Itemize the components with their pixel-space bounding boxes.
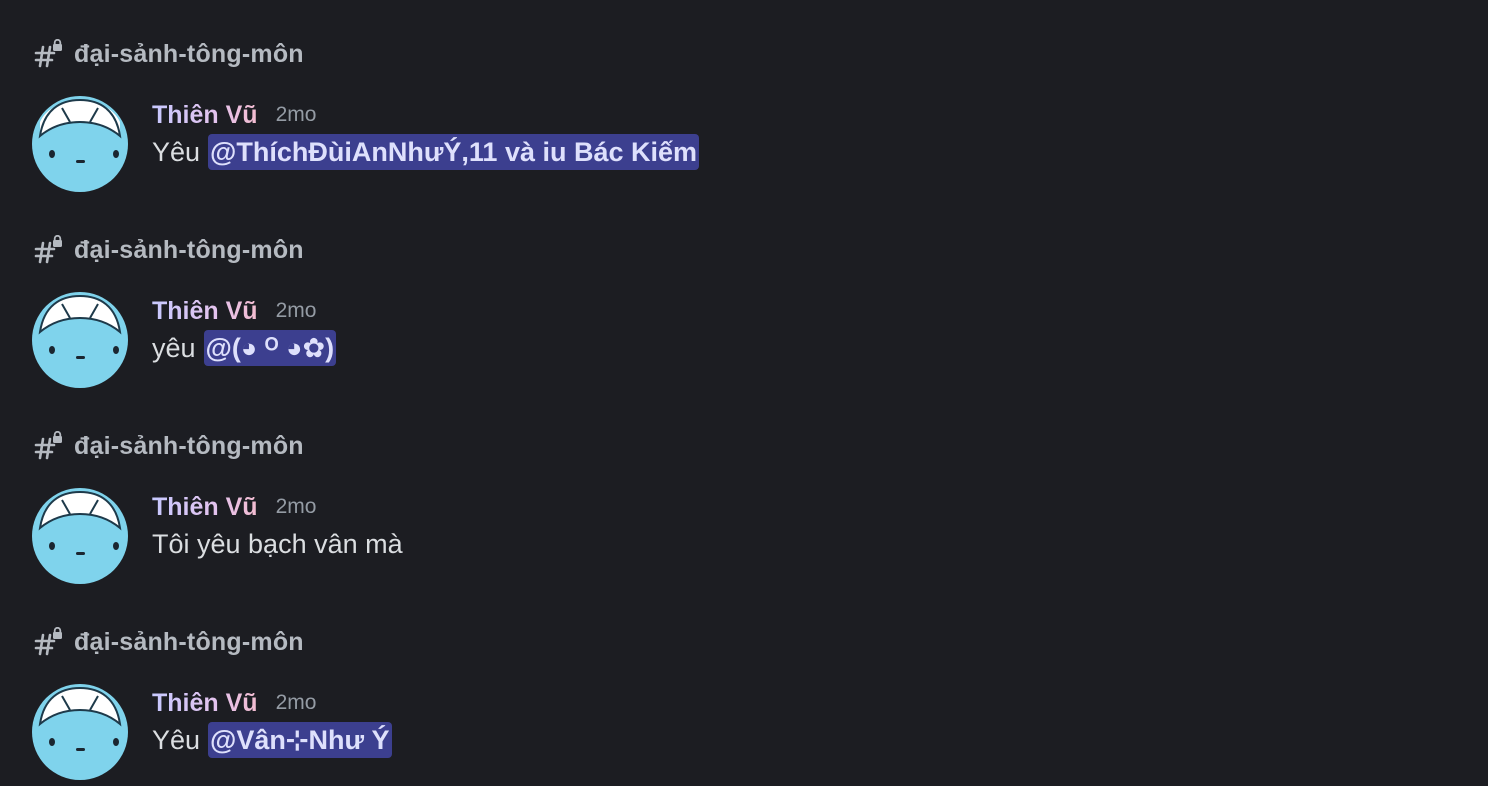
- message[interactable]: Thiên Vũ 2mo Yêu @ThíchĐùiAnNhưÝ,11 và iu…: [0, 94, 1488, 194]
- message-text: Tôi yêu bạch vân mà: [152, 528, 403, 559]
- timestamp: 2mo: [275, 299, 317, 322]
- channel-link[interactable]: đại-sảnh-tông-môn: [34, 234, 304, 266]
- message[interactable]: Thiên Vũ 2mo yêu @(◕ ᴼ ◕✿): [0, 290, 1488, 390]
- search-result: đại-sảnh-tông-môn Thiên Vũ 2mo Yêu @Thíc…: [0, 0, 1488, 196]
- message[interactable]: Thiên Vũ 2mo Tôi yêu bạch vân mà: [0, 486, 1488, 586]
- message-header: Thiên Vũ 2mo: [152, 686, 316, 720]
- timestamp: 2mo: [275, 691, 317, 714]
- channel-name: đại-sảnh-tông-môn: [74, 431, 304, 460]
- search-results-feed: đại-sảnh-tông-môn Thiên Vũ 2mo Yêu @Thíc…: [0, 0, 1488, 786]
- channel-link[interactable]: đại-sảnh-tông-môn: [34, 38, 304, 70]
- hashtag-lock-icon: [34, 431, 62, 460]
- message[interactable]: Thiên Vũ 2mo Yêu @Vân⊹Như Ý: [0, 682, 1488, 782]
- user-mention[interactable]: @Vân⊹Như Ý: [208, 722, 392, 758]
- avatar[interactable]: [32, 488, 128, 584]
- message-header: Thiên Vũ 2mo: [152, 490, 316, 524]
- avatar-image: [32, 96, 128, 192]
- avatar[interactable]: [32, 684, 128, 780]
- message-content: Yêu @ThíchĐùiAnNhưÝ,11 và iu Bác Kiếm: [152, 134, 700, 170]
- hashtag-lock-icon: [34, 627, 62, 656]
- avatar-image: [32, 684, 128, 780]
- username[interactable]: Thiên Vũ: [152, 101, 258, 130]
- channel-link[interactable]: đại-sảnh-tông-môn: [34, 430, 304, 462]
- search-result: đại-sảnh-tông-môn Thiên Vũ 2mo Yêu @Vân⊹N…: [0, 588, 1488, 784]
- channel-name: đại-sảnh-tông-môn: [74, 235, 304, 264]
- hashtag-lock-icon: [34, 39, 62, 68]
- search-result: đại-sảnh-tông-môn Thiên Vũ 2mo Tôi yêu b…: [0, 392, 1488, 588]
- message-text: yêu: [152, 332, 196, 363]
- timestamp: 2mo: [275, 495, 317, 518]
- message-content: Tôi yêu bạch vân mà: [152, 526, 403, 562]
- username[interactable]: Thiên Vũ: [152, 689, 258, 718]
- avatar-image: [32, 488, 128, 584]
- channel-link[interactable]: đại-sảnh-tông-môn: [34, 626, 304, 658]
- avatar[interactable]: [32, 292, 128, 388]
- timestamp: 2mo: [275, 103, 317, 126]
- hashtag-lock-icon: [34, 235, 62, 264]
- username[interactable]: Thiên Vũ: [152, 493, 258, 522]
- message-header: Thiên Vũ 2mo: [152, 98, 316, 132]
- channel-name: đại-sảnh-tông-môn: [74, 39, 304, 68]
- user-mention[interactable]: @(◕ ᴼ ◕✿): [203, 330, 337, 366]
- search-result: đại-sảnh-tông-môn Thiên Vũ 2mo yêu @(◕ ᴼ …: [0, 196, 1488, 392]
- message-header: Thiên Vũ 2mo: [152, 294, 316, 328]
- user-mention[interactable]: @ThíchĐùiAnNhưÝ,11 và iu Bác Kiếm: [208, 134, 700, 170]
- message-text: Yêu: [152, 724, 201, 755]
- message-text: Yêu: [152, 136, 201, 167]
- channel-name: đại-sảnh-tông-môn: [74, 627, 304, 656]
- username[interactable]: Thiên Vũ: [152, 297, 258, 326]
- message-content: yêu @(◕ ᴼ ◕✿): [152, 330, 337, 366]
- message-content: Yêu @Vân⊹Như Ý: [152, 722, 392, 758]
- avatar[interactable]: [32, 96, 128, 192]
- avatar-image: [32, 292, 128, 388]
